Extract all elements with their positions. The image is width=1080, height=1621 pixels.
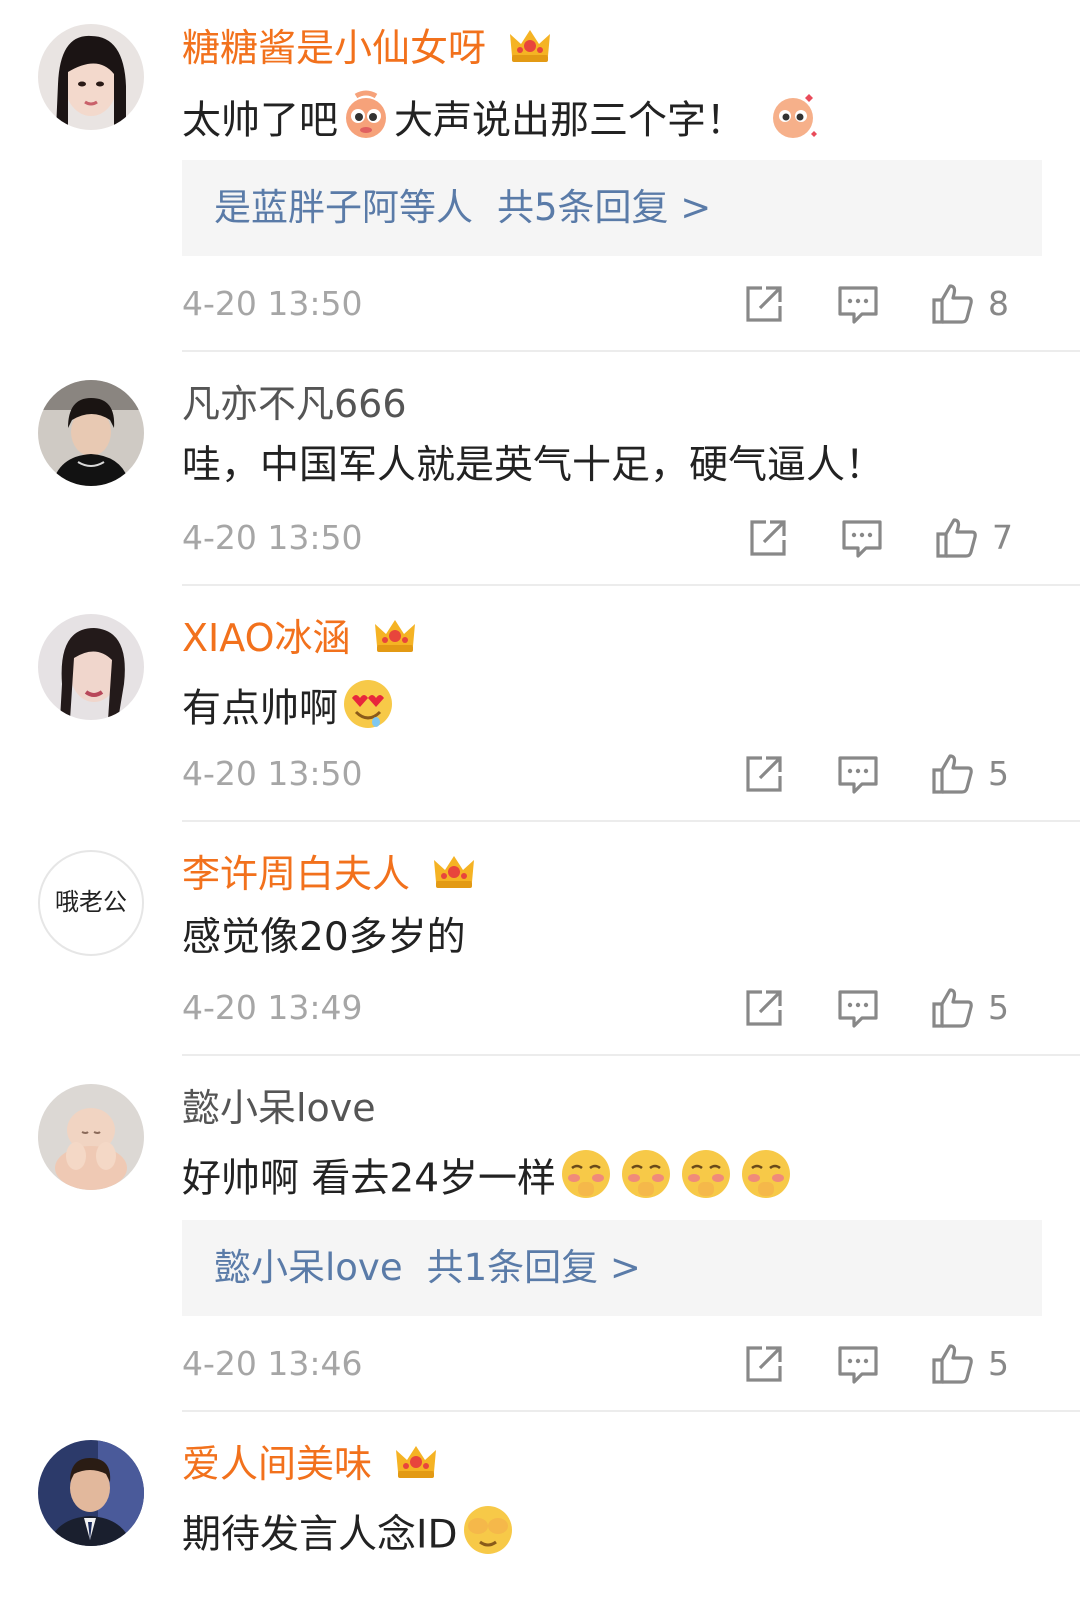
username[interactable]: 李许周白夫人 [182, 850, 476, 901]
avatar[interactable] [38, 1084, 144, 1190]
share-icon[interactable] [740, 280, 788, 328]
crown-icon [508, 26, 552, 75]
like-count: 8 [988, 284, 1009, 323]
timestamp: 4-20 13:46 [182, 1344, 363, 1383]
reply-link[interactable]: 懿小呆love 共1条回复 > [214, 1244, 641, 1292]
heart-eyes-emoji-icon [340, 676, 396, 746]
comment-list: 糖糖酱是小仙女呀 太帅了吧 大声说出那三个字！ 是蓝胖子阿等人 共5条回复 > 4-… [0, 0, 1080, 1621]
username-text[interactable]: 凡亦不凡666 [182, 382, 407, 426]
comment-text: 感觉像20多岁的 [182, 915, 466, 960]
comment-icon[interactable] [838, 514, 886, 562]
crown-icon [432, 852, 476, 901]
share-icon[interactable] [740, 984, 788, 1032]
username-text[interactable]: 懿小呆love [182, 1086, 376, 1130]
comment-text: 好帅啊 看去24岁一样 [182, 1146, 796, 1216]
reply-count[interactable]: 共1条回复 > [427, 1246, 641, 1289]
comment-text: 哇，中国军人就是英气十足，硬气逼人！ [182, 443, 885, 488]
avatar[interactable] [38, 24, 144, 130]
comment-icon[interactable] [834, 280, 882, 328]
comment-icon[interactable] [834, 1340, 882, 1388]
username[interactable]: 懿小呆love [182, 1084, 376, 1132]
username[interactable]: 凡亦不凡666 [182, 380, 407, 428]
share-icon[interactable] [740, 1340, 788, 1388]
comment-meta: 4-20 13:46 5 [182, 1340, 1042, 1388]
reply-count[interactable]: 共5条回复 > [497, 186, 711, 229]
reply-link[interactable]: 是蓝胖子阿等人 共5条回复 > [214, 184, 711, 232]
blushing-face-emoji-icon [558, 1146, 614, 1216]
divider [182, 820, 1080, 822]
divider [182, 1410, 1080, 1412]
share-icon[interactable] [740, 750, 788, 798]
like-count: 5 [988, 1344, 1009, 1383]
thumbs-up-icon[interactable] [928, 750, 976, 798]
thumbs-up-icon[interactable] [928, 280, 976, 328]
like-count: 5 [988, 988, 1009, 1027]
timestamp: 4-20 13:50 [182, 518, 363, 557]
blushing-face-emoji-icon [738, 1146, 794, 1216]
comment-text: 期待发言人念ID [182, 1502, 518, 1572]
comment-meta: 4-20 13:50 5 [182, 750, 1042, 798]
reply-preview[interactable]: 是蓝胖子阿等人 共5条回复 > [182, 160, 1042, 256]
like-count: 5 [988, 754, 1009, 793]
avatar[interactable]: 哦老公 [38, 850, 144, 956]
crown-icon [373, 616, 417, 665]
comment-text: 有点帅啊 [182, 676, 398, 746]
avatar-handwriting: 哦老公 [55, 888, 127, 916]
blushing-face-emoji-icon [678, 1146, 734, 1216]
timestamp: 4-20 13:49 [182, 988, 363, 1027]
comment-meta: 4-20 13:50 8 [182, 280, 1042, 328]
divider [182, 584, 1080, 586]
comment-icon[interactable] [834, 750, 882, 798]
avatar[interactable] [38, 380, 144, 486]
reply-preview[interactable]: 懿小呆love 共1条回复 > [182, 1220, 1042, 1316]
username[interactable]: XIAO冰涵 [182, 614, 417, 665]
timestamp: 4-20 13:50 [182, 284, 363, 323]
timestamp: 4-20 13:50 [182, 754, 363, 793]
divider [182, 350, 1080, 352]
comment-text: 太帅了吧 大声说出那三个字！ [182, 88, 823, 158]
username-text[interactable]: XIAO冰涵 [182, 616, 350, 660]
share-icon[interactable] [744, 514, 792, 562]
username[interactable]: 爱人间美味 [182, 1440, 438, 1491]
divider [182, 1054, 1080, 1056]
face-with-hands-over-eyes-emoji-icon [460, 1502, 516, 1572]
thumbs-up-icon[interactable] [928, 984, 976, 1032]
username-text[interactable]: 糖糖酱是小仙女呀 [182, 26, 486, 70]
username-text[interactable]: 爱人间美味 [182, 1442, 372, 1486]
thumbs-up-icon[interactable] [928, 1340, 976, 1388]
reply-users[interactable]: 是蓝胖子阿等人 [214, 186, 473, 229]
reply-users[interactable]: 懿小呆love [214, 1246, 403, 1289]
blushing-face-emoji-icon [618, 1146, 674, 1216]
avatar[interactable] [38, 614, 144, 720]
pleading-face-emoji-icon [765, 88, 821, 158]
username[interactable]: 糖糖酱是小仙女呀 [182, 24, 552, 75]
username-text[interactable]: 李许周白夫人 [182, 852, 410, 896]
like-count: 7 [992, 518, 1013, 557]
comment-icon[interactable] [834, 984, 882, 1032]
thumbs-up-icon[interactable] [932, 514, 980, 562]
shy-face-emoji-icon [340, 90, 392, 156]
comment-meta: 4-20 13:49 5 [182, 984, 1042, 1032]
comment-meta: 4-20 13:50 7 [182, 514, 1042, 562]
avatar[interactable] [38, 1440, 144, 1546]
crown-icon [394, 1442, 438, 1491]
